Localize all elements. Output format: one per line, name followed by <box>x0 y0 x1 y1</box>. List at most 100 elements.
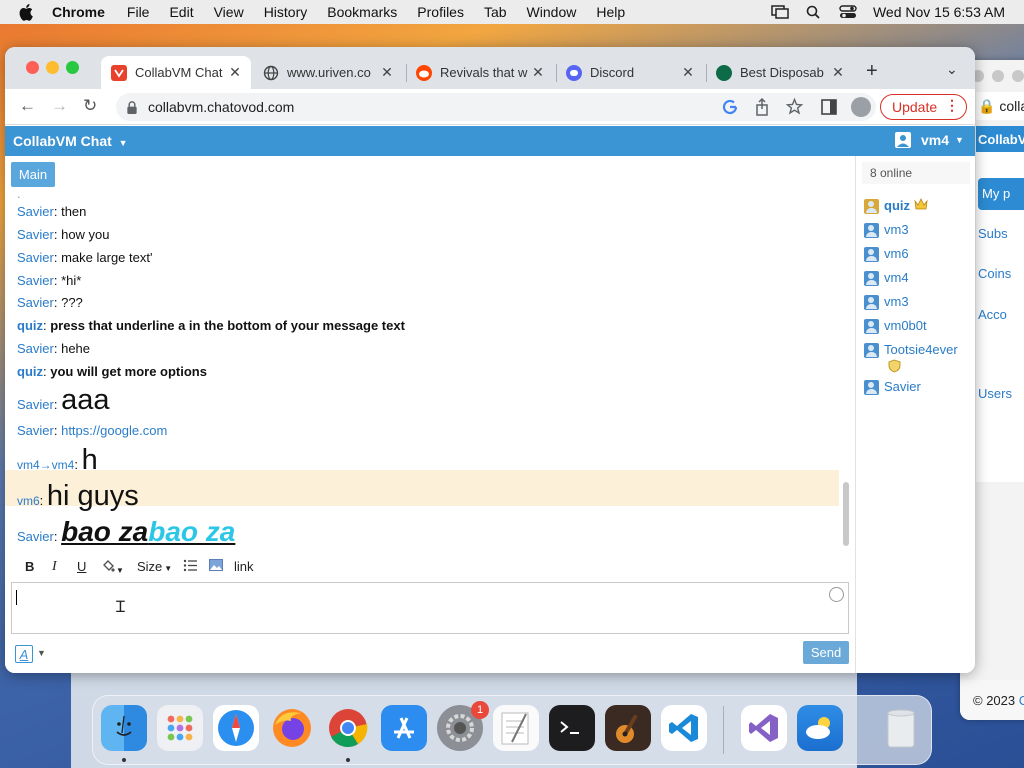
channel-tab-main[interactable]: Main <box>11 162 55 187</box>
reload-icon[interactable]: ↻ <box>83 96 97 116</box>
underline-button[interactable]: U <box>77 559 86 574</box>
safari-icon[interactable] <box>213 705 259 751</box>
link-button[interactable]: link <box>234 559 254 574</box>
message-link[interactable]: https://google.com <box>61 423 167 438</box>
tab-collabvm-chat[interactable]: CollabVM Chat ✕ <box>101 56 251 89</box>
bg-nav-coins[interactable]: Coins <box>978 266 1011 281</box>
message-author[interactable]: quiz <box>17 318 43 333</box>
brand-menu[interactable]: CollabVM Chat ▼ <box>13 133 128 149</box>
tab-close-icon[interactable]: ✕ <box>227 64 243 81</box>
message-author[interactable]: Savier <box>17 204 54 219</box>
forward-arrow-icon[interactable]: → <box>51 96 68 116</box>
tab-close-icon[interactable]: ✕ <box>680 64 696 81</box>
text-color-button[interactable]: ▼ <box>101 559 124 576</box>
user-list-item[interactable]: vm4 <box>864 270 909 286</box>
message-input[interactable]: Ɪ <box>11 582 849 634</box>
control-center-icon[interactable] <box>839 5 857 19</box>
scrollbar-thumb[interactable] <box>843 482 849 546</box>
user-list-item[interactable]: Savier <box>864 379 921 395</box>
window-close-button[interactable] <box>26 61 39 74</box>
address-bar[interactable]: collabvm.chatovod.com <box>116 93 876 121</box>
share-icon[interactable] <box>754 98 770 116</box>
bg-address-bar[interactable]: 🔒 colla <box>976 92 1024 120</box>
font-style-button[interactable]: A <box>15 645 33 663</box>
tab-close-icon[interactable]: ✕ <box>530 64 546 81</box>
weather-icon[interactable] <box>797 705 843 751</box>
firefox-icon[interactable] <box>269 705 315 751</box>
bookmark-star-icon[interactable] <box>786 98 803 115</box>
chrome-icon[interactable] <box>325 705 371 751</box>
message-author[interactable]: Savier <box>17 227 54 242</box>
visual-studio-icon[interactable] <box>741 705 787 751</box>
system-settings-icon[interactable]: 1 <box>437 701 489 751</box>
menu-clock[interactable]: Wed Nov 15 6:53 AM <box>873 4 1005 20</box>
profile-avatar-icon[interactable] <box>851 97 871 117</box>
menu-profiles[interactable]: Profiles <box>417 4 464 20</box>
menu-help[interactable]: Help <box>596 4 625 20</box>
caret-down-icon[interactable]: ▼ <box>37 648 46 658</box>
send-button[interactable]: Send <box>803 641 849 664</box>
menu-app-name[interactable]: Chrome <box>52 4 105 20</box>
size-dropdown[interactable]: Size ▼ <box>137 559 172 574</box>
message-scrollbar[interactable] <box>842 192 850 550</box>
apple-menu-icon[interactable] <box>17 3 35 21</box>
user-list-item[interactable]: vm6 <box>864 246 909 262</box>
message-list[interactable]: . Savier: then Savier: how you Savier: m… <box>5 192 839 550</box>
message-author[interactable]: Savier <box>17 341 54 356</box>
emoji-smiley-icon[interactable] <box>829 587 844 602</box>
menu-tab[interactable]: Tab <box>484 4 507 20</box>
bg-zoom-button[interactable] <box>1012 70 1024 82</box>
launchpad-icon[interactable] <box>157 705 203 751</box>
tab-close-icon[interactable]: ✕ <box>830 64 846 81</box>
menu-edit[interactable]: Edit <box>169 4 193 20</box>
tab-uriven[interactable]: www.uriven.co ✕ <box>253 56 403 89</box>
menu-file[interactable]: File <box>127 4 150 20</box>
user-list-item[interactable]: quiz <box>864 198 928 214</box>
new-tab-button[interactable]: + <box>866 60 878 83</box>
terminal-icon[interactable] <box>549 705 595 751</box>
message-author[interactable]: Savier <box>17 273 54 288</box>
window-zoom-button[interactable] <box>66 61 79 74</box>
bg-nav-my-profile[interactable]: My p <box>978 178 1024 210</box>
vscode-icon[interactable] <box>661 705 707 751</box>
bg-nav-subscriptions[interactable]: Subs <box>978 226 1008 241</box>
window-minimize-button[interactable] <box>46 61 59 74</box>
bg-nav-account[interactable]: Acco <box>978 307 1007 322</box>
side-panel-icon[interactable] <box>821 99 837 115</box>
search-icon[interactable] <box>805 5 823 19</box>
message-author[interactable]: Savier <box>17 295 54 310</box>
message-author[interactable]: Savier <box>17 250 54 265</box>
user-list-item[interactable]: vm0b0t <box>864 318 927 334</box>
message-author[interactable]: Savier <box>17 529 54 544</box>
list-button[interactable] <box>183 559 197 575</box>
message-author[interactable]: Savier <box>17 397 54 412</box>
menu-view[interactable]: View <box>214 4 244 20</box>
tab-search-chevron-icon[interactable]: ⌄ <box>946 61 958 78</box>
tab-close-icon[interactable]: ✕ <box>379 64 395 81</box>
google-icon[interactable] <box>722 99 738 115</box>
image-button[interactable] <box>209 559 223 574</box>
user-menu[interactable]: vm4 ▼ <box>895 132 964 148</box>
user-list-item[interactable]: vm3 <box>864 294 909 310</box>
italic-button[interactable]: I <box>52 559 57 575</box>
user-list-item[interactable]: vm3 <box>864 222 909 238</box>
bg-minimize-button[interactable] <box>992 70 1004 82</box>
copyright-link[interactable]: C <box>1019 693 1024 708</box>
textedit-icon[interactable] <box>493 705 539 751</box>
screen-mirroring-icon[interactable] <box>771 5 789 19</box>
garageband-icon[interactable] <box>605 705 651 751</box>
kebab-menu-icon[interactable]: ⋮ <box>945 97 959 114</box>
app-store-icon[interactable] <box>381 705 427 751</box>
message-author[interactable]: quiz <box>17 364 43 379</box>
menu-bookmarks[interactable]: Bookmarks <box>327 4 397 20</box>
tab-reddit[interactable]: Revivals that w ✕ <box>406 56 554 89</box>
bg-nav-users[interactable]: Users <box>978 386 1012 401</box>
back-arrow-icon[interactable]: ← <box>19 96 36 116</box>
tab-discord[interactable]: Discord ✕ <box>556 56 704 89</box>
menu-history[interactable]: History <box>264 4 308 20</box>
message-author[interactable]: Savier <box>17 423 54 438</box>
user-list-item[interactable]: Tootsie4ever <box>864 342 958 376</box>
message-author[interactable]: vm4→vm4 <box>17 458 74 472</box>
menu-window[interactable]: Window <box>527 4 577 20</box>
finder-icon[interactable] <box>101 705 147 751</box>
